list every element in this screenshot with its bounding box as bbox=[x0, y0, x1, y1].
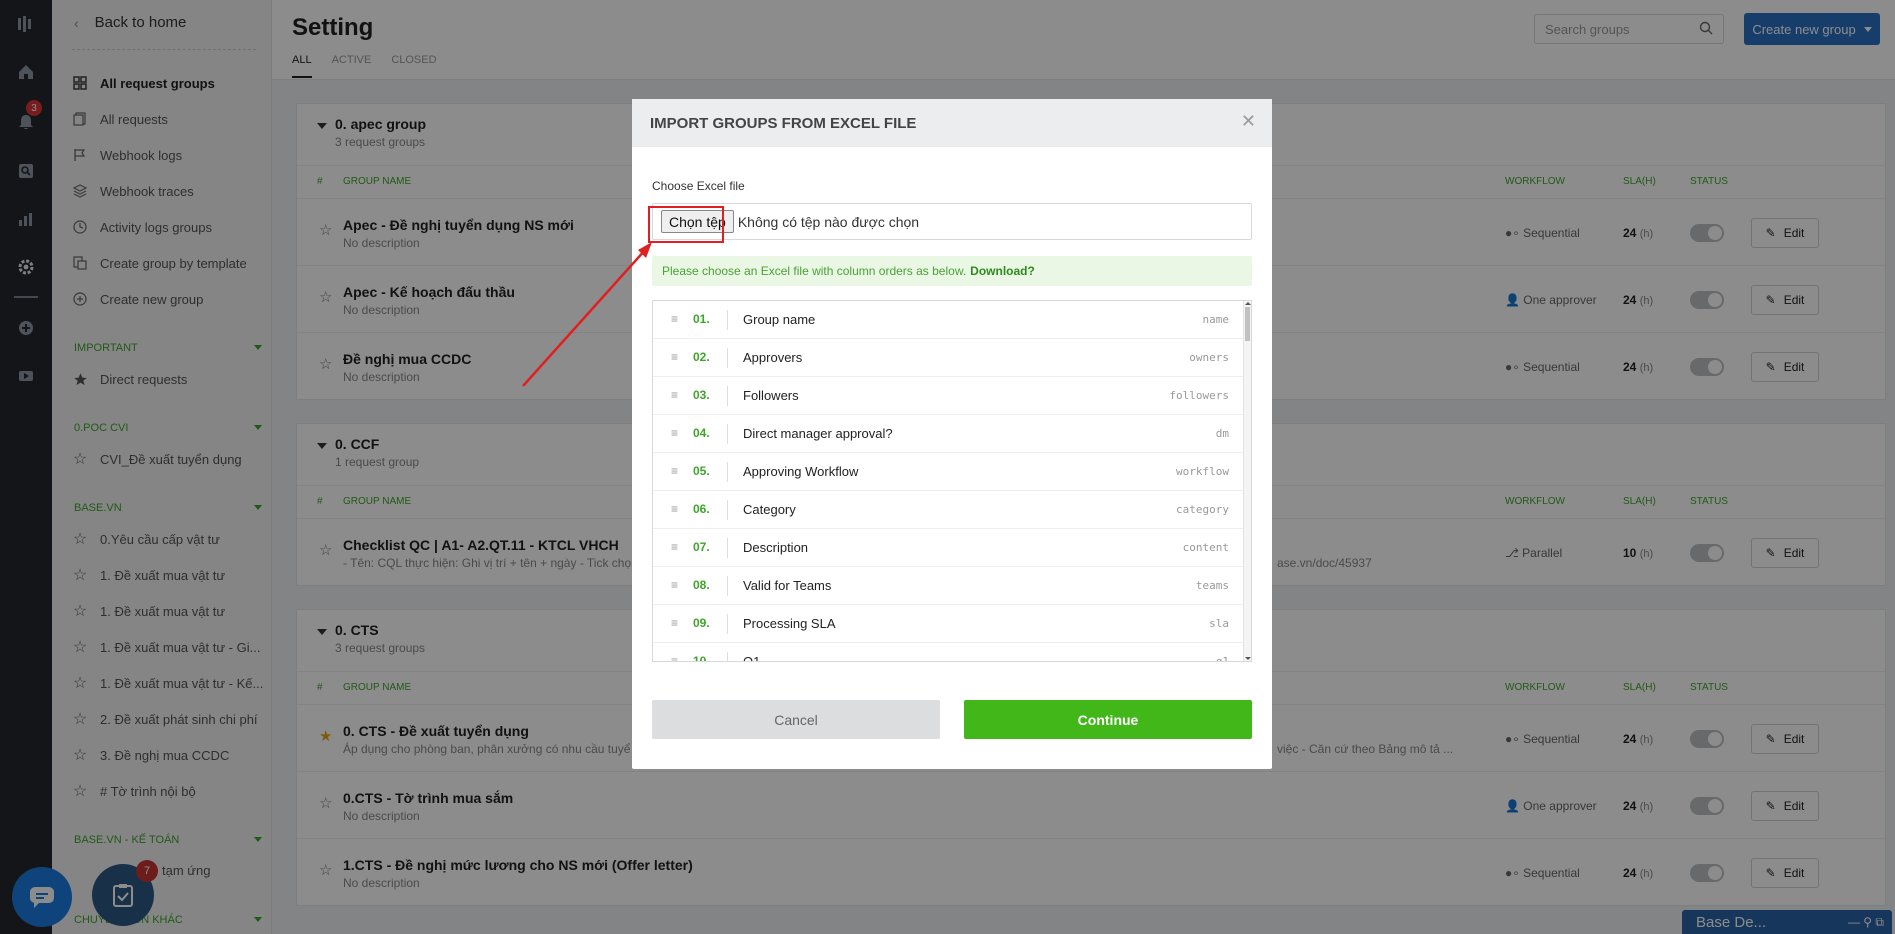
file-input[interactable]: Chọn tệp Không có tệp nào được chọn bbox=[652, 203, 1252, 240]
item-number: 03. bbox=[693, 388, 710, 402]
list-item: ≡ 04. Direct manager approval? dm bbox=[653, 415, 1251, 453]
drag-handle-icon: ≡ bbox=[671, 464, 679, 478]
item-number: 01. bbox=[693, 312, 710, 326]
scroll-up-icon bbox=[1245, 302, 1251, 305]
item-key: q1 bbox=[1215, 655, 1229, 662]
modal-header: IMPORT GROUPS FROM EXCEL FILE ✕ bbox=[632, 99, 1272, 147]
close-icon[interactable]: ✕ bbox=[1241, 111, 1256, 132]
list-item: ≡ 06. Category category bbox=[653, 491, 1251, 529]
item-number: 07. bbox=[693, 540, 710, 554]
drag-handle-icon: ≡ bbox=[671, 578, 679, 592]
item-key: category bbox=[1176, 503, 1229, 516]
item-key: content bbox=[1182, 541, 1229, 554]
download-link[interactable]: Download? bbox=[970, 264, 1035, 278]
highlight-box bbox=[648, 206, 724, 243]
list-item: ≡ 05. Approving Workflow workflow bbox=[653, 453, 1251, 491]
list-item: ≡ 03. Followers followers bbox=[653, 377, 1251, 415]
item-name: Description bbox=[743, 540, 809, 555]
item-name: Group name bbox=[743, 312, 816, 327]
item-name: Processing SLA bbox=[743, 616, 836, 631]
item-number: 04. bbox=[693, 426, 710, 440]
cancel-button[interactable]: Cancel bbox=[652, 700, 940, 739]
item-key: workflow bbox=[1176, 465, 1229, 478]
continue-button[interactable]: Continue bbox=[964, 700, 1252, 739]
file-status-text: Không có tệp nào được chọn bbox=[737, 213, 920, 230]
column-order-list[interactable]: ≡ 01. Group name name ≡ 02. Approvers owners ≡… bbox=[652, 300, 1252, 662]
list-item: ≡ 01. Group name name bbox=[653, 301, 1251, 339]
list-item: ≡ 02. Approvers owners bbox=[653, 339, 1251, 377]
drag-handle-icon: ≡ bbox=[671, 426, 679, 440]
item-number: 02. bbox=[693, 350, 710, 364]
list-item: ≡ 10. Q1 q1 bbox=[653, 643, 1251, 662]
excel-format-notice: Please choose an Excel file with column … bbox=[652, 256, 1252, 286]
item-key: owners bbox=[1189, 351, 1229, 364]
drag-handle-icon: ≡ bbox=[671, 388, 679, 402]
item-name: Category bbox=[743, 502, 796, 517]
item-key: teams bbox=[1195, 579, 1229, 592]
drag-handle-icon: ≡ bbox=[671, 350, 679, 364]
item-name: Followers bbox=[743, 388, 799, 403]
item-key: sla bbox=[1209, 617, 1229, 630]
scroll-thumb bbox=[1245, 307, 1250, 341]
list-item: ≡ 09. Processing SLA sla bbox=[653, 605, 1251, 643]
drag-handle-icon: ≡ bbox=[671, 502, 679, 516]
item-name: Direct manager approval? bbox=[743, 426, 893, 441]
drag-handle-icon: ≡ bbox=[671, 654, 679, 662]
item-name: Approvers bbox=[743, 350, 803, 365]
list-scrollbar[interactable] bbox=[1243, 301, 1251, 661]
item-name: Q1 bbox=[743, 654, 761, 662]
item-key: name bbox=[1202, 313, 1230, 326]
list-item: ≡ 08. Valid for Teams teams bbox=[653, 567, 1251, 605]
item-number: 06. bbox=[693, 502, 710, 516]
item-number: 08. bbox=[693, 578, 710, 592]
item-key: followers bbox=[1169, 389, 1229, 402]
file-field-label: Choose Excel file bbox=[652, 179, 745, 193]
scroll-down-icon bbox=[1245, 657, 1251, 660]
item-name: Approving Workflow bbox=[743, 464, 859, 479]
item-key: dm bbox=[1215, 427, 1229, 440]
import-groups-modal: IMPORT GROUPS FROM EXCEL FILE ✕ Choose E… bbox=[632, 99, 1272, 769]
notice-text: Please choose an Excel file with column … bbox=[662, 264, 967, 278]
item-number: 09. bbox=[693, 616, 710, 630]
modal-title: IMPORT GROUPS FROM EXCEL FILE bbox=[650, 115, 917, 132]
item-number: 05. bbox=[693, 464, 710, 478]
item-number: 10. bbox=[693, 654, 710, 662]
drag-handle-icon: ≡ bbox=[671, 616, 679, 630]
drag-handle-icon: ≡ bbox=[671, 540, 679, 554]
item-name: Valid for Teams bbox=[743, 578, 832, 593]
drag-handle-icon: ≡ bbox=[671, 312, 679, 326]
list-item: ≡ 07. Description content bbox=[653, 529, 1251, 567]
